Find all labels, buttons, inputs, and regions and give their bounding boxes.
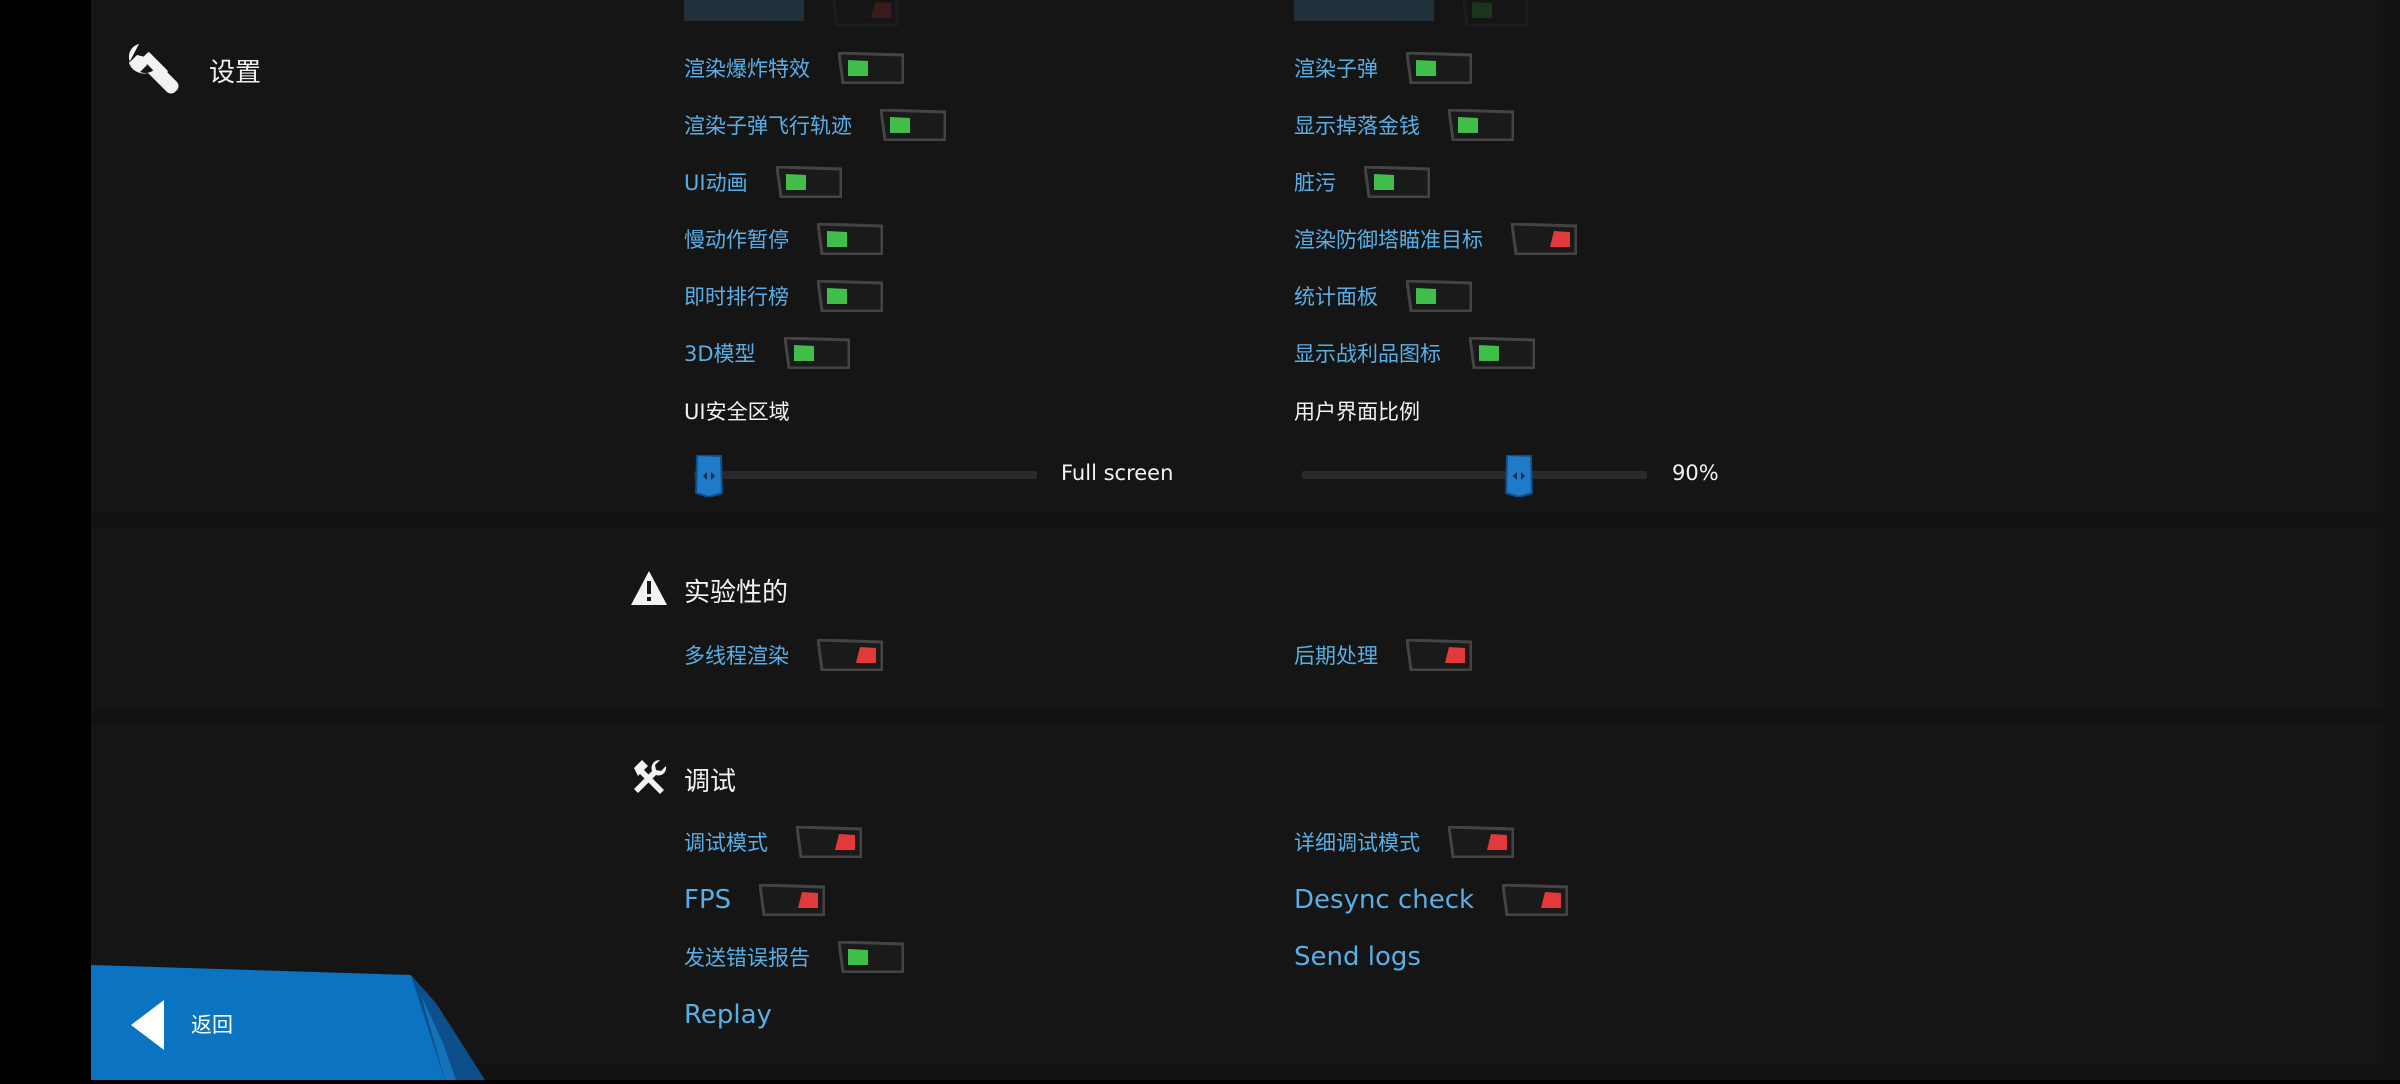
option-send-error-report[interactable]: 发送错误报告 (684, 937, 904, 977)
option-show-dropped-money[interactable]: 显示掉落金钱 (1294, 105, 1514, 145)
replay-link[interactable]: Replay (684, 995, 772, 1035)
safe-area-slider[interactable]: Full screen (694, 453, 1173, 499)
safe-area-label: UI安全区域 (684, 400, 790, 424)
option-label: 3D模型 (684, 342, 756, 366)
option-label: 显示战利品图标 (1294, 342, 1441, 366)
toggle-switch-on[interactable] (1406, 280, 1472, 312)
send-logs-label[interactable]: Send logs (1294, 942, 1421, 972)
slider-value: 90% (1672, 461, 1719, 485)
option-stats-panel[interactable]: 统计面板 (1294, 276, 1472, 316)
option-tower-aim-target[interactable]: 渲染防御塔瞄准目标 (1294, 219, 1577, 259)
option-label: 渲染子弹飞行轨迹 (684, 114, 852, 138)
option-label: 后期处理 (1294, 644, 1378, 668)
toggle-switch-on[interactable] (1406, 52, 1472, 84)
option-label: 慢动作暂停 (684, 228, 789, 252)
option-label: UI动画 (684, 171, 748, 195)
option-label: 渲染防御塔瞄准目标 (1294, 228, 1483, 252)
option-live-leaderboard[interactable]: 即时排行榜 (684, 276, 883, 316)
left-black-strip (0, 0, 91, 1080)
warning-icon (630, 570, 668, 610)
send-logs-link[interactable]: Send logs (1294, 937, 1421, 977)
back-label[interactable]: 返回 (191, 1009, 233, 1039)
settings-header: 设置 (125, 40, 261, 100)
option-desync-check[interactable]: Desync check (1294, 880, 1569, 920)
wrench-icon (125, 40, 181, 100)
toggle-switch-off[interactable] (759, 884, 826, 916)
slider-track[interactable] (1302, 471, 1647, 479)
slider-thumb[interactable] (694, 453, 724, 499)
page-title: 设置 (209, 57, 262, 88)
toggle-switch-on[interactable] (817, 223, 883, 255)
toggle-switch-off[interactable] (796, 826, 862, 858)
option-label: 即时排行榜 (684, 285, 789, 309)
option-render-explosion[interactable]: 渲染爆炸特效 (684, 48, 904, 88)
toggle-switch-on[interactable] (1469, 337, 1535, 369)
ui-scale-label: 用户界面比例 (1294, 400, 1420, 424)
slider-track[interactable] (694, 471, 1037, 479)
faded-option-left (684, 0, 898, 30)
toggle-switch-off[interactable] (1406, 639, 1472, 671)
toggle-switch-on[interactable] (880, 109, 946, 141)
toggle-switch-on[interactable] (838, 941, 904, 973)
experimental-header: 实验性的 (630, 570, 788, 610)
option-label: 脏污 (1294, 171, 1336, 195)
section-title: 调试 (684, 766, 737, 797)
option-dirt[interactable]: 脏污 (1294, 162, 1430, 202)
option-multithread-render[interactable]: 多线程渲染 (684, 635, 883, 675)
option-ui-animation[interactable]: UI动画 (684, 162, 842, 202)
option-bullet-trail[interactable]: 渲染子弹飞行轨迹 (684, 105, 946, 145)
toggle-switch-on[interactable] (783, 337, 850, 369)
settings-screen: 设置 渲染爆炸特效 渲染子弹飞行轨迹 UI动画 慢动作暂停 即时排行榜 3D模型… (0, 0, 2400, 1080)
option-label: FPS (684, 885, 732, 915)
ui-scale-label-row: 用户界面比例 (1294, 391, 1420, 431)
slider-value: Full screen (1061, 461, 1174, 485)
section-title: 实验性的 (684, 577, 789, 608)
option-label: 渲染爆炸特效 (684, 57, 810, 81)
toggle-switch-on[interactable] (1364, 166, 1430, 198)
option-label: 统计面板 (1294, 285, 1378, 309)
ui-scale-slider[interactable]: 90% (1302, 453, 1762, 499)
display-section (91, 0, 2383, 512)
option-label: Desync check (1294, 885, 1475, 915)
replay-label[interactable]: Replay (684, 1000, 772, 1030)
back-arrow-icon[interactable] (131, 1000, 165, 1054)
option-verbose-debug[interactable]: 详细调试模式 (1294, 822, 1514, 862)
option-label: 发送错误报告 (684, 946, 810, 970)
toggle-switch-on[interactable] (775, 166, 842, 198)
debug-header: 调试 (630, 758, 736, 800)
toggle-switch-on[interactable] (817, 280, 883, 312)
option-fps[interactable]: FPS (684, 880, 826, 920)
toggle-switch-on[interactable] (838, 52, 904, 84)
option-label: 渲染子弹 (1294, 57, 1378, 81)
toggle-switch-on[interactable] (1448, 109, 1514, 141)
option-label: 调试模式 (684, 831, 768, 855)
back-button[interactable]: 返回 (91, 965, 491, 1080)
safe-area-label-row: UI安全区域 (684, 391, 790, 431)
option-3d-models[interactable]: 3D模型 (684, 333, 850, 373)
option-slowmo-pause[interactable]: 慢动作暂停 (684, 219, 883, 259)
option-label: 多线程渲染 (684, 644, 789, 668)
tools-icon (630, 758, 668, 800)
option-loot-icons[interactable]: 显示战利品图标 (1294, 333, 1535, 373)
toggle-switch-off[interactable] (1502, 884, 1569, 916)
option-debug-mode[interactable]: 调试模式 (684, 822, 862, 862)
toggle-switch-off[interactable] (1511, 223, 1577, 255)
experimental-section (91, 528, 2383, 710)
slider-thumb[interactable] (1504, 453, 1534, 499)
faded-option-right (1294, 0, 1528, 30)
toggle-switch-off[interactable] (1448, 826, 1514, 858)
option-label: 详细调试模式 (1294, 831, 1420, 855)
option-render-bullets[interactable]: 渲染子弹 (1294, 48, 1472, 88)
option-post-processing[interactable]: 后期处理 (1294, 635, 1472, 675)
toggle-switch-off[interactable] (817, 639, 883, 671)
option-label: 显示掉落金钱 (1294, 114, 1420, 138)
